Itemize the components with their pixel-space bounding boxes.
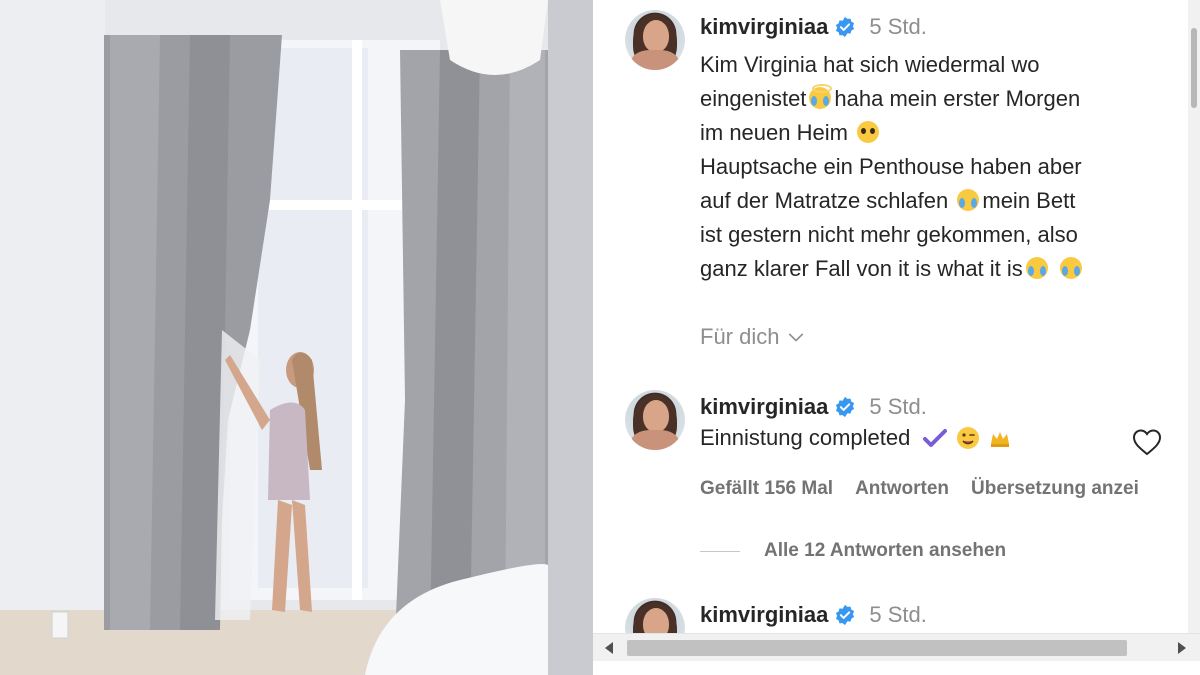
comments-panel: kimvirginiaa 5 Std. Kim Virginia hat sic… bbox=[593, 0, 1200, 675]
vertical-scrollbar[interactable] bbox=[1188, 0, 1200, 633]
comment-header: kimvirginiaa 5 Std. bbox=[700, 394, 927, 420]
comment-text: Einnistung completed bbox=[700, 425, 911, 450]
comment-time[interactable]: 5 Std. bbox=[869, 394, 926, 420]
scroll-right-icon[interactable] bbox=[1178, 642, 1186, 654]
comment-username[interactable]: kimvirginiaa bbox=[700, 394, 828, 420]
post-header: kimvirginiaa 5 Std. bbox=[700, 14, 927, 40]
verified-badge-icon bbox=[836, 16, 855, 38]
heart-icon[interactable] bbox=[1132, 428, 1162, 456]
caption-line: Kim Virginia hat sich wiedermal wo bbox=[700, 52, 1040, 77]
emoji-icon bbox=[957, 189, 980, 211]
view-replies-label: Alle 12 Antworten ansehen bbox=[764, 540, 1007, 561]
post-time[interactable]: 5 Std. bbox=[869, 14, 926, 40]
caption-line: mein Bett bbox=[982, 188, 1076, 213]
room-illustration bbox=[0, 0, 593, 675]
wink-emoji-icon bbox=[957, 427, 980, 449]
comment-actions: Gefällt 156 Mal Antworten Übersetzung an… bbox=[700, 478, 1161, 500]
crown-icon bbox=[991, 432, 1010, 447]
view-replies-button[interactable]: Alle 12 Antworten ansehen bbox=[700, 540, 1006, 562]
caption-line: im neuen Heim bbox=[700, 120, 848, 145]
comment2-time[interactable]: 5 Std. bbox=[869, 602, 926, 628]
caption-line: Hauptsache ein Penthouse haben aber bbox=[700, 154, 1082, 179]
bottom-spacer bbox=[593, 661, 1200, 675]
chevron-down-icon bbox=[789, 333, 804, 342]
emoji-icon bbox=[857, 121, 880, 143]
caption-line: haha mein erster Morgen bbox=[834, 86, 1081, 111]
caption-line: ganz klarer Fall von it is what it is bbox=[700, 256, 1023, 281]
verified-badge-icon bbox=[836, 396, 855, 418]
verified-badge-icon bbox=[836, 604, 855, 626]
likes-count[interactable]: Gefällt 156 Mal bbox=[700, 478, 833, 500]
scroll-left-icon[interactable] bbox=[605, 642, 613, 654]
horizontal-scrollbar[interactable] bbox=[593, 633, 1200, 661]
translate-button[interactable]: Übersetzung anzei bbox=[971, 478, 1139, 500]
reply-button[interactable]: Antworten bbox=[855, 478, 949, 500]
replies-divider bbox=[700, 550, 740, 552]
post-caption: Kim Virginia hat sich wiedermal wo einge… bbox=[700, 48, 1180, 286]
emoji-icon bbox=[1025, 257, 1048, 279]
post-author-avatar[interactable] bbox=[625, 10, 685, 70]
comment-body: Einnistung completed bbox=[700, 425, 1012, 451]
post-username[interactable]: kimvirginiaa bbox=[700, 14, 828, 40]
caption-line: ist gestern nicht mehr gekommen, also bbox=[700, 222, 1078, 247]
for-you-label: Für dich bbox=[700, 324, 780, 349]
emoji-icon bbox=[809, 84, 833, 109]
emoji-icon bbox=[1059, 257, 1082, 279]
for-you-dropdown[interactable]: Für dich bbox=[700, 324, 805, 350]
comment-author-avatar[interactable] bbox=[625, 390, 685, 450]
comment2-header: kimvirginiaa 5 Std. bbox=[700, 602, 927, 628]
post-photo bbox=[0, 0, 593, 675]
check-icon bbox=[923, 429, 948, 447]
horizontal-scroll-thumb[interactable] bbox=[627, 640, 1127, 656]
caption-line: eingenistet bbox=[700, 86, 807, 111]
vertical-scroll-thumb[interactable] bbox=[1191, 28, 1197, 108]
caption-line: auf der Matratze schlafen bbox=[700, 188, 949, 213]
comment2-username[interactable]: kimvirginiaa bbox=[700, 602, 828, 628]
